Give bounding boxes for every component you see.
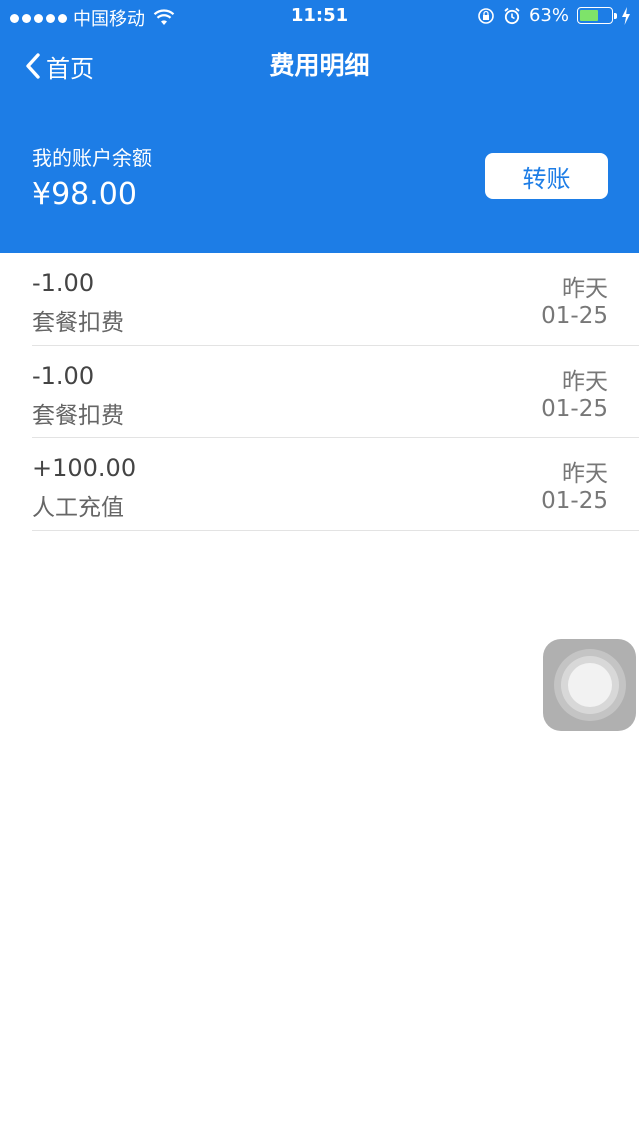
transaction-date: 01-25 xyxy=(541,395,608,422)
status-right: 63% xyxy=(477,5,631,26)
transfer-button[interactable]: 转账 xyxy=(485,153,608,199)
balance-value: ¥98.00 xyxy=(32,177,137,212)
alarm-icon xyxy=(504,7,520,24)
battery-percent: 63% xyxy=(528,5,569,26)
transaction-day: 昨天 xyxy=(562,461,608,487)
transaction-description: 套餐扣费 xyxy=(32,310,124,336)
transaction-amount: +100.00 xyxy=(32,454,137,482)
assistive-touch-button[interactable] xyxy=(543,639,636,731)
assistive-touch-icon xyxy=(553,649,626,721)
transaction-row[interactable]: -1.00 套餐扣费 昨天 01-25 xyxy=(32,346,639,438)
transaction-amount: -1.00 xyxy=(32,361,95,390)
rotation-lock-icon xyxy=(478,7,494,24)
transaction-list: -1.00 套餐扣费 昨天 01-25 -1.00 套餐扣费 昨天 01-25 … xyxy=(0,253,639,531)
status-bar: 中国移动 11:51 63% xyxy=(0,0,639,34)
transaction-row[interactable]: -1.00 套餐扣费 昨天 01-25 xyxy=(32,253,639,346)
transaction-date: 01-25 xyxy=(541,488,608,514)
transaction-row[interactable]: +100.00 人工充值 昨天 01-25 xyxy=(32,438,639,531)
transaction-amount: -1.00 xyxy=(32,269,95,297)
header: 中国移动 11:51 63% 首页 费用明细 我的账户余额 ¥98.00 转账 xyxy=(0,0,639,253)
transaction-day: 昨天 xyxy=(562,368,608,395)
battery-icon xyxy=(577,7,617,24)
transaction-day: 昨天 xyxy=(562,276,608,302)
transaction-date: 01-25 xyxy=(541,303,608,329)
page-title: 费用明细 xyxy=(269,51,370,80)
charging-bolt-icon xyxy=(622,6,630,25)
battery-fill xyxy=(580,10,598,21)
transaction-description: 人工充值 xyxy=(32,495,124,521)
balance-label: 我的账户余额 xyxy=(32,146,152,170)
transaction-description: 套餐扣费 xyxy=(32,402,124,429)
